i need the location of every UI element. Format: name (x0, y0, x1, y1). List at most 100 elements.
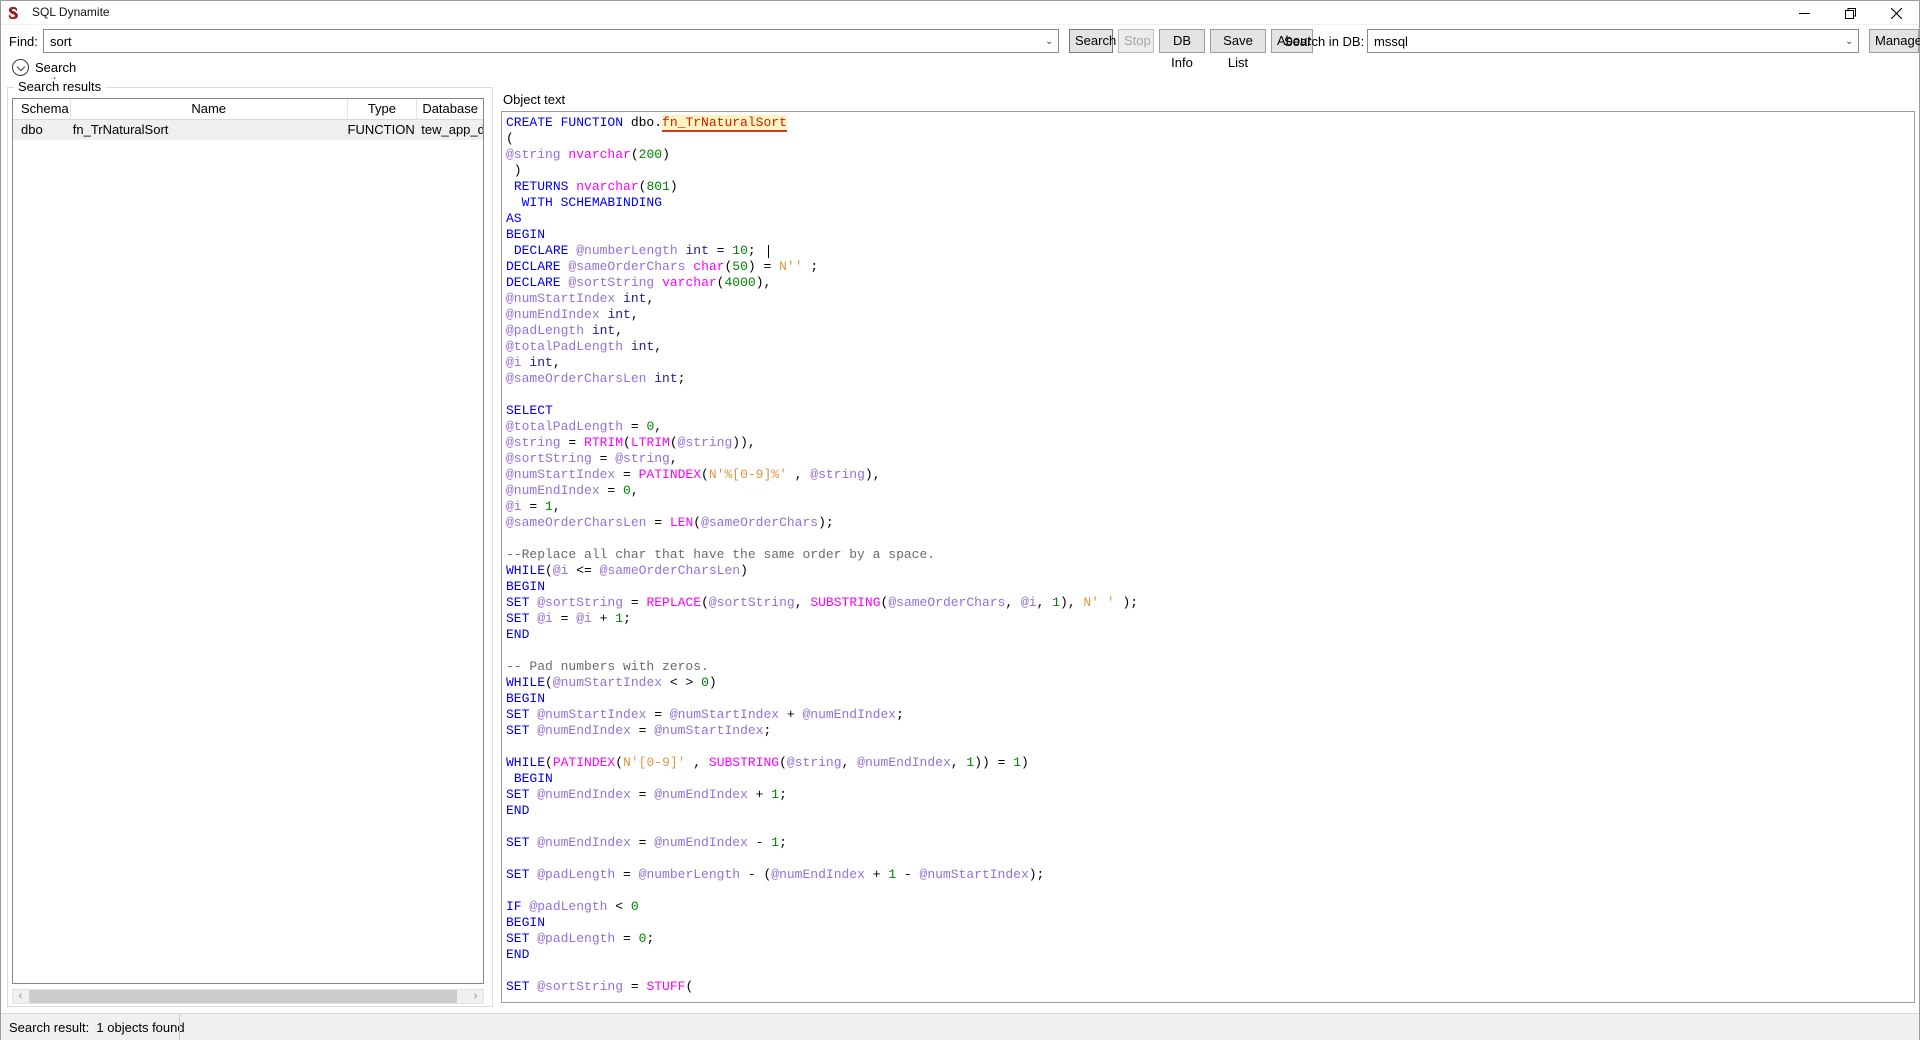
code-line (506, 531, 1914, 547)
code-line (506, 643, 1914, 659)
code-line: BEGIN (506, 579, 1914, 595)
table-cell: FUNCTION (348, 120, 418, 140)
code-line: DECLARE @sameOrderChars char(50) = N'' ; (506, 259, 1914, 275)
text-caret (768, 245, 769, 258)
app-window: S SQL Dynamite Find: ⌄ Search Stop DB In… (0, 0, 1920, 1040)
minimize-button[interactable] (1781, 1, 1827, 25)
search-in-db-label: Search in DB: (1284, 34, 1364, 49)
database-combobox[interactable]: ⌄ (1367, 29, 1859, 53)
database-input[interactable] (1368, 30, 1840, 52)
status-text: Search result: 1 objects found (9, 1020, 185, 1035)
code-line: @totalPadLength = 0, (506, 419, 1914, 435)
title-bar: S SQL Dynamite (1, 1, 1919, 25)
db-info-button[interactable]: DB Info (1159, 29, 1205, 53)
scroll-left-icon[interactable]: ‹ (13, 990, 28, 1003)
table-cell: fn_TrNaturalSort (71, 120, 348, 140)
chevron-down-icon[interactable]: ⌄ (1045, 37, 1055, 47)
code-line (506, 739, 1914, 755)
code-line: @padLength int, (506, 323, 1914, 339)
code-line: SELECT (506, 403, 1914, 419)
scrollbar-thumb[interactable] (29, 990, 457, 1003)
table-cell: dbo (13, 120, 71, 140)
code-line: SET @numStartIndex = @numStartIndex + @n… (506, 707, 1914, 723)
code-line (506, 387, 1914, 403)
find-combobox[interactable]: ⌄ (43, 29, 1059, 53)
column-header-schema[interactable]: Schema (13, 99, 71, 119)
results-table-body: dbofn_TrNaturalSortFUNCTIONtew_app_dat (13, 120, 483, 140)
code-line (506, 851, 1914, 867)
find-label: Find: (9, 34, 38, 49)
code-line: @numEndIndex int, (506, 307, 1914, 323)
code-line: SET @i = @i + 1; (506, 611, 1914, 627)
column-header-database[interactable]: Database (417, 99, 483, 119)
code-line: @string = RTRIM(LTRIM(@string)), (506, 435, 1914, 451)
code-line: ) (506, 163, 1914, 179)
column-header-name[interactable]: Name (71, 99, 348, 119)
code-line: BEGIN (506, 915, 1914, 931)
code-line: WHILE(PATINDEX(N'[0-9]' , SUBSTRING(@str… (506, 755, 1914, 771)
expander-chevron-icon[interactable] (12, 59, 29, 76)
code-line: @sameOrderCharsLen = LEN(@sameOrderChars… (506, 515, 1914, 531)
code-line: CREATE FUNCTION dbo.fn_TrNaturalSort (506, 115, 1914, 131)
code-line: AS (506, 211, 1914, 227)
code-line: DECLARE @numberLength int = 10; (506, 243, 1914, 259)
code-line: SET @padLength = 0; (506, 931, 1914, 947)
code-line: @string nvarchar(200) (506, 147, 1914, 163)
code-line: @sortString = @string, (506, 451, 1914, 467)
code-line: @totalPadLength int, (506, 339, 1914, 355)
code-line: @i int, (506, 355, 1914, 371)
code-line: END (506, 803, 1914, 819)
search-button[interactable]: Search (1069, 29, 1113, 53)
results-table-header: SchemaNameTypeDatabase (13, 99, 483, 120)
code-line: SET @sortString = STUFF( (506, 979, 1914, 995)
code-line: SET @numEndIndex = @numStartIndex; (506, 723, 1914, 739)
status-bar: Search result: 1 objects found (1, 1013, 1919, 1040)
code-line (506, 819, 1914, 835)
app-logo-icon: S (8, 4, 25, 21)
code-line: @numStartIndex int, (506, 291, 1914, 307)
code-line (506, 883, 1914, 899)
code-line: SET @numEndIndex = @numEndIndex - 1; (506, 835, 1914, 851)
code-line: END (506, 627, 1914, 643)
status-separator (179, 1014, 180, 1040)
code-line: @sameOrderCharsLen int; (506, 371, 1914, 387)
column-header-type[interactable]: Type (348, 99, 418, 119)
code-line: END (506, 947, 1914, 963)
table-row[interactable]: dbofn_TrNaturalSortFUNCTIONtew_app_dat (13, 120, 483, 140)
code-line: DECLARE @sortString varchar(4000), (506, 275, 1914, 291)
scroll-right-icon[interactable]: › (468, 990, 483, 1003)
results-table[interactable]: SchemaNameTypeDatabase dbofn_TrNaturalSo… (12, 98, 484, 984)
search-match-highlight: fn_TrNaturalSort (662, 115, 787, 132)
stop-button: Stop (1118, 29, 1154, 53)
horizontal-scrollbar[interactable]: ‹ › (12, 989, 484, 1004)
code-line: RETURNS nvarchar(801) (506, 179, 1914, 195)
find-toolbar: Find: ⌄ Search Stop DB Info Save List Ab… (1, 26, 1919, 56)
code-line: BEGIN (506, 691, 1914, 707)
restore-button[interactable] (1827, 1, 1873, 25)
code-line (506, 963, 1914, 979)
code-line: WITH SCHEMABINDING (506, 195, 1914, 211)
code-line: SET @sortString = REPLACE(@sortString, S… (506, 595, 1914, 611)
manage-button[interactable]: Manage (1869, 29, 1919, 53)
code-line: @i = 1, (506, 499, 1914, 515)
code-line: BEGIN (506, 771, 1914, 787)
chevron-down-icon[interactable]: ⌄ (1845, 37, 1855, 47)
save-list-button[interactable]: Save List (1210, 29, 1266, 53)
object-text-label: Object text (503, 92, 565, 107)
table-cell: tew_app_dat (417, 120, 483, 140)
code-line: BEGIN (506, 227, 1914, 243)
search-results-group-label: Search results (14, 79, 105, 94)
search-results-group: Search results SchemaNameTypeDatabase db… (7, 87, 493, 1007)
code-line: @numEndIndex = 0, (506, 483, 1914, 499)
code-line: SET @padLength = @numberLength - (@numEn… (506, 867, 1914, 883)
find-input[interactable] (44, 30, 1040, 52)
object-text-editor[interactable]: CREATE FUNCTION dbo.fn_TrNaturalSort(@st… (501, 111, 1915, 1003)
sql-code: CREATE FUNCTION dbo.fn_TrNaturalSort(@st… (502, 112, 1914, 995)
code-line: IF @padLength < 0 (506, 899, 1914, 915)
code-line: @numStartIndex = PATINDEX(N'%[0-9]%' , @… (506, 467, 1914, 483)
close-button[interactable] (1873, 1, 1919, 25)
code-line: ( (506, 131, 1914, 147)
code-line: WHILE(@numStartIndex < > 0) (506, 675, 1914, 691)
code-line: SET @numEndIndex = @numEndIndex + 1; (506, 787, 1914, 803)
code-line: -- Pad numbers with zeros. (506, 659, 1914, 675)
